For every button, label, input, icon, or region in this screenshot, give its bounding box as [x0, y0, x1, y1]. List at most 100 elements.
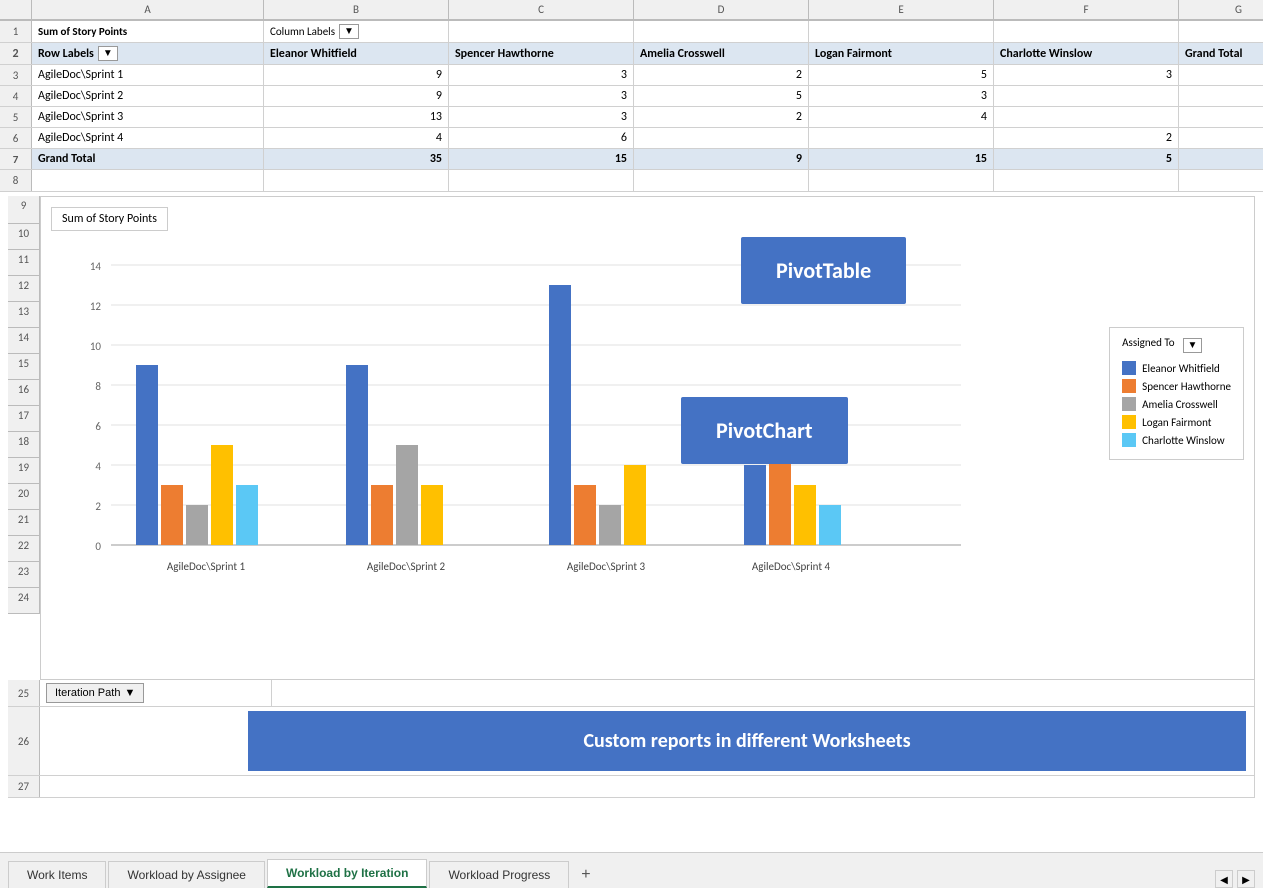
iteration-path-label: Iteration Path — [55, 687, 120, 699]
row-num-4: 4 — [0, 86, 32, 106]
cell-6g: 15 — [1179, 128, 1263, 148]
bar-s3-amelia — [599, 505, 621, 545]
cell-5g: 22 — [1179, 107, 1263, 127]
cell-6c: 6 — [449, 128, 634, 148]
cell-7a: Grand Total — [32, 149, 264, 169]
cell-3b: 9 — [264, 65, 449, 85]
cell-8b — [264, 170, 449, 191]
cell-5c: 3 — [449, 107, 634, 127]
row-num-27: 27 — [8, 776, 40, 797]
scroll-right-btn[interactable]: ▶ — [1237, 870, 1255, 888]
row-num-9: 9 — [8, 196, 40, 224]
row-num-16: 16 — [8, 380, 40, 406]
svg-text:12: 12 — [90, 300, 102, 313]
pivot-table-label: PivotTable — [741, 237, 906, 304]
svg-text:2: 2 — [95, 500, 101, 513]
row-num-20: 20 — [8, 484, 40, 510]
legend-color-charlotte — [1122, 433, 1136, 447]
legend-dropdown-btn[interactable]: ▼ — [1183, 338, 1203, 353]
cell-1a: Sum of Story Points — [32, 21, 264, 42]
cell-3f: 3 — [994, 65, 1179, 85]
cell-1f — [994, 21, 1179, 42]
row-num-6: 6 — [0, 128, 32, 148]
row-4: 4 AgileDoc\Sprint 2 9 3 5 3 20 — [0, 86, 1263, 107]
cell-4d: 5 — [634, 86, 809, 106]
tab-workload-by-assignee[interactable]: Workload by Assignee — [108, 861, 265, 888]
legend-item-logan: Logan Fairmont — [1122, 415, 1231, 429]
cell-1d — [634, 21, 809, 42]
row-num-17: 17 — [8, 406, 40, 432]
svg-text:4: 4 — [95, 460, 101, 473]
row-num-23: 23 — [8, 562, 40, 588]
bar-s4-charlotte — [819, 505, 841, 545]
cell-7f: 5 — [994, 149, 1179, 169]
col-header-d: D — [634, 0, 809, 20]
row-num-13: 13 — [8, 302, 40, 328]
row-num-12: 12 — [8, 276, 40, 302]
scroll-left-btn[interactable]: ◀ — [1215, 870, 1233, 888]
bar-s1-logan — [211, 445, 233, 545]
row-num-2: 2 — [0, 43, 32, 64]
legend-color-spencer — [1122, 379, 1136, 393]
callout-banner: Custom reports in different Worksheets — [248, 711, 1246, 771]
row-num-21: 21 — [8, 510, 40, 536]
cell-2b: Eleanor Whitfield — [264, 43, 449, 64]
tab-workload-by-iteration[interactable]: Workload by Iteration — [267, 859, 427, 888]
cell-1g — [1179, 21, 1263, 42]
cell-6b: 4 — [264, 128, 449, 148]
cell-3g: 22 — [1179, 65, 1263, 85]
callout-left-space — [48, 711, 248, 771]
cell-4g: 20 — [1179, 86, 1263, 106]
cell-6a: AgileDoc\Sprint 4 — [32, 128, 264, 148]
cell-5a: AgileDoc\Sprint 3 — [32, 107, 264, 127]
row-num-3: 3 — [0, 65, 32, 85]
bar-s2-spencer — [371, 485, 393, 545]
cell-6e — [809, 128, 994, 148]
chart-container: Sum of Story Points PivotTable PivotChar… — [40, 196, 1255, 680]
row-num-7: 7 — [0, 149, 32, 169]
cell-8d — [634, 170, 809, 191]
bar-s1-eleanor — [136, 365, 158, 545]
cell-5e: 4 — [809, 107, 994, 127]
cell-2e: Logan Fairmont — [809, 43, 994, 64]
col-header-f: F — [994, 0, 1179, 20]
cell-3c: 3 — [449, 65, 634, 85]
bar-s3-eleanor — [549, 285, 571, 545]
column-labels-dropdown[interactable]: ▼ — [339, 24, 359, 39]
cell-4e: 3 — [809, 86, 994, 106]
row-1: 1 Sum of Story Points Column Labels ▼ — [0, 21, 1263, 43]
cell-5d: 2 — [634, 107, 809, 127]
chart-section: 9 10 11 12 13 14 15 16 17 18 19 20 21 22… — [0, 192, 1263, 852]
iteration-path-btn[interactable]: Iteration Path ▼ — [46, 683, 144, 703]
cell-3d: 2 — [634, 65, 809, 85]
bar-s1-charlotte — [236, 485, 258, 545]
scrollbar-area: ◀ ▶ — [1215, 870, 1263, 888]
cell-25-rest — [272, 680, 1255, 706]
legend-color-amelia — [1122, 397, 1136, 411]
row-num-18: 18 — [8, 432, 40, 458]
cell-7c: 15 — [449, 149, 634, 169]
legend-item-amelia: Amelia Crosswell — [1122, 397, 1231, 411]
bar-s1-amelia — [186, 505, 208, 545]
row-num-19: 19 — [8, 458, 40, 484]
legend-title: Assigned To — [1122, 336, 1174, 349]
tab-add-button[interactable]: + — [571, 862, 600, 888]
corner-cell — [0, 0, 32, 20]
cell-8f — [994, 170, 1179, 191]
col-header-c: C — [449, 0, 634, 20]
row-num-25: 25 — [8, 680, 40, 706]
tab-work-items[interactable]: Work Items — [8, 861, 106, 888]
row-labels-dropdown[interactable]: ▼ — [98, 46, 118, 61]
row-num-8: 8 — [0, 170, 32, 191]
tab-bar: Work Items Workload by Assignee Workload… — [0, 852, 1263, 888]
bar-s4-logan — [794, 485, 816, 545]
row-5: 5 AgileDoc\Sprint 3 13 3 2 4 22 — [0, 107, 1263, 128]
tab-workload-progress[interactable]: Workload Progress — [429, 861, 569, 888]
cell-8a — [32, 170, 264, 191]
cell-26-full: Custom reports in different Worksheets — [40, 707, 1255, 775]
row-8: 8 — [0, 170, 1263, 192]
main-content: 1 Sum of Story Points Column Labels ▼ 2 … — [0, 21, 1263, 888]
svg-text:14: 14 — [90, 260, 102, 273]
bar-s3-spencer — [574, 485, 596, 545]
bar-s3-logan — [624, 465, 646, 545]
